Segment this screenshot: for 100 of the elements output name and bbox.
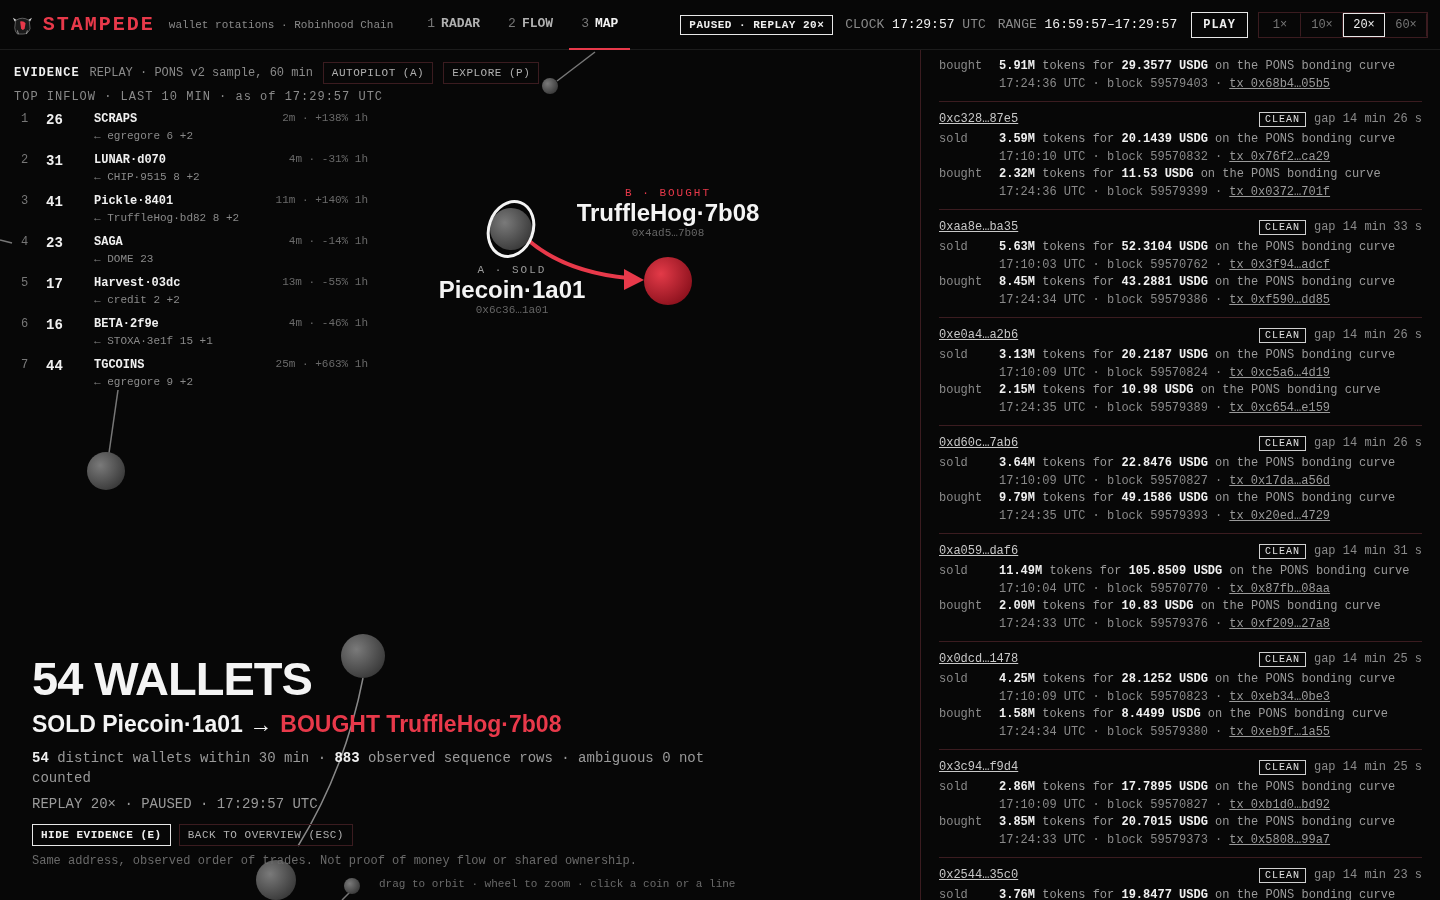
nav-tab[interactable]: 3 MAP: [569, 0, 631, 50]
mode-button[interactable]: AUTOPILOT (A): [322, 62, 434, 84]
speed-option[interactable]: 20×: [1343, 12, 1385, 37]
gap-time: gap 14 min 25 s: [1313, 760, 1422, 774]
node-tag: A · SOLD: [477, 264, 547, 276]
trade-meta: 17:10:09 UTC · block 59570827 · tx 0xb1d0…bd92: [999, 796, 1332, 814]
token-name[interactable]: Pickle·8401: [94, 194, 276, 212]
panel-source: REPLAY · PONS v2 sample, 60 min: [89, 66, 313, 80]
wallet-address[interactable]: 0x3c94…f9d4: [939, 760, 1259, 774]
mode-button[interactable]: EXPLORE (P): [443, 62, 540, 84]
speed-option[interactable]: 60×: [1385, 12, 1427, 37]
wallet-address[interactable]: 0x0dcd…1478: [939, 652, 1259, 666]
coin-node[interactable]: [341, 634, 385, 678]
tx-link[interactable]: tx 0x76f2…ca29: [1229, 149, 1331, 164]
range-readout: RANGE 16:59:57–17:29:57: [997, 17, 1178, 32]
inflow-source: ← DOME 23: [94, 253, 155, 267]
tx-link[interactable]: tx 0x3f94…adcf: [1229, 257, 1331, 272]
play-button[interactable]: PLAY: [1191, 11, 1248, 38]
coin-node[interactable]: [87, 452, 125, 490]
trade-meta: 17:24:34 UTC · block 59579386 · tx 0xf590…dd85: [999, 291, 1332, 309]
trade-meta: 17:10:09 UTC · block 59570827 · tx 0x17da…a56d: [999, 472, 1332, 490]
trade-meta: 17:10:04 UTC · block 59570770 · tx 0x87fb…08aa: [999, 580, 1332, 598]
wallet-address[interactable]: 0xa059…daf6: [939, 544, 1259, 558]
gap-time: gap 14 min 26 s: [1313, 112, 1422, 126]
trade-side: bought: [939, 490, 984, 507]
tx-link[interactable]: tx 0x20ed…4729: [1229, 508, 1331, 523]
wallet-count: 31: [46, 153, 64, 171]
tx-link[interactable]: tx 0x68b4…05b5: [1229, 76, 1331, 91]
speed-option[interactable]: 1×: [1259, 12, 1301, 37]
wallet-address[interactable]: 0xc328…87e5: [939, 112, 1259, 126]
gap-time: gap 14 min 26 s: [1313, 436, 1422, 450]
trade-amount: 2.32M tokens for 11.53 USDG on the PONS bonding curve: [999, 166, 1382, 183]
speed-option[interactable]: 10×: [1301, 12, 1343, 37]
wallet-address[interactable]: 0xaa8e…ba35: [939, 220, 1259, 234]
token-stats: 25m · +663% 1h: [275, 358, 368, 372]
token-name[interactable]: TGCOINS: [94, 358, 276, 376]
wallet-address[interactable]: 0xe0a4…a2b6: [939, 328, 1259, 342]
token-name[interactable]: LUNAR·d070: [94, 153, 289, 171]
panel-title: EVIDENCE: [14, 66, 80, 80]
token-stats: 11m · +140% 1h: [275, 194, 368, 208]
inflow-source: ← TruffleHog·bd82 8 +2: [94, 212, 241, 226]
gap-time: gap 14 min 26 s: [1313, 328, 1422, 342]
token-name[interactable]: Harvest·03dc: [94, 276, 283, 294]
tx-link[interactable]: tx 0x87fb…08aa: [1229, 581, 1331, 596]
token-stats: 4m · -31% 1h: [288, 153, 368, 167]
action-button[interactable]: HIDE EVIDENCE (E): [32, 824, 171, 846]
rank-number: 7: [20, 358, 30, 374]
tx-link[interactable]: tx 0x5808…99a7: [1229, 832, 1331, 847]
trade-side: sold: [939, 131, 969, 148]
tx-link[interactable]: tx 0xeb34…0be3: [1229, 689, 1331, 704]
inflow-source: ← STOXA·3e1f 15 +1: [94, 335, 214, 349]
trade-amount: 4.25M tokens for 28.1252 USDG on the PONS bonding curve: [999, 671, 1397, 688]
tx-link[interactable]: tx 0xf590…dd85: [1229, 292, 1331, 307]
tx-link[interactable]: tx 0xc654…e159: [1229, 400, 1331, 415]
trade-amount: 3.59M tokens for 20.1439 USDG on the PONS bonding curve: [999, 131, 1397, 148]
trade-amount: 2.00M tokens for 10.83 USDG on the PONS bonding curve: [999, 598, 1382, 615]
gap-time: gap 14 min 25 s: [1313, 652, 1422, 666]
token-name[interactable]: SAGA: [94, 235, 289, 253]
coin-node[interactable]: [490, 208, 532, 250]
trade-meta: 17:24:36 UTC · block 59579399 · tx 0x0372…701f: [999, 183, 1332, 201]
wallet-address[interactable]: 0x2544…35c0: [939, 868, 1259, 882]
token-name[interactable]: BETA·2f9e: [94, 317, 289, 335]
tx-link[interactable]: tx 0xc5a6…4d19: [1229, 365, 1331, 380]
gap-time: gap 14 min 31 s: [1313, 544, 1422, 558]
trade-side: bought: [939, 166, 984, 183]
status-badge: CLEAN: [1258, 759, 1306, 775]
wallet-address[interactable]: 0xd60c…7ab6: [939, 436, 1259, 450]
selection-ring: [486, 200, 536, 258]
trade-meta: 17:10:03 UTC · block 59570762 · tx 0x3f94…adcf: [999, 256, 1332, 274]
summary-text: 54 distinct wallets within 30 min · 883 observed sequence rows · ambiguous 0 not counted: [32, 749, 706, 788]
node-address: 0x6c36…1a01: [475, 304, 549, 316]
trade-meta: 17:24:34 UTC · block 59579380 · tx 0xeb9f…1a55: [999, 723, 1332, 741]
map-hint: drag to orbit · wheel to zoom · click a coin or a line: [379, 878, 736, 890]
action-button[interactable]: BACK TO OVERVIEW (ESC): [178, 824, 353, 846]
brand-name: STAMPEDE: [42, 13, 155, 36]
coin-node[interactable]: [644, 257, 692, 305]
tx-link[interactable]: tx 0xeb9f…1a55: [1229, 724, 1331, 739]
token-name[interactable]: SCRAPS: [94, 112, 283, 130]
nav-tab[interactable]: 2 FLOW: [496, 0, 566, 50]
wallet-count: 41: [46, 194, 64, 212]
sold-token: SOLD Piecoin·1a01 →: [32, 711, 273, 738]
coin-node[interactable]: [344, 878, 360, 894]
tx-link[interactable]: tx 0xb1d0…bd92: [1229, 797, 1331, 812]
trade-side: bought: [939, 814, 984, 831]
list-title: TOP INFLOW · LAST 10 MIN · as of 17:29:57 UTC: [14, 90, 385, 104]
inflow-source: ← CHIP·9515 8 +2: [94, 171, 201, 185]
tx-link[interactable]: tx 0x17da…a56d: [1229, 473, 1331, 488]
tx-link[interactable]: tx 0x0372…701f: [1229, 184, 1331, 199]
trade-amount: 3.76M tokens for 19.8477 USDG on the PONS bonding curve: [999, 887, 1397, 900]
trade-amount: 3.85M tokens for 20.7015 USDG on the PONS bonding curve: [999, 814, 1397, 831]
tx-link[interactable]: tx 0xf209…27a8: [1229, 616, 1331, 631]
trade-side: bought: [939, 58, 984, 75]
status-badge: CLEAN: [1258, 327, 1306, 343]
coin-node[interactable]: [542, 78, 558, 94]
trade-side: bought: [939, 706, 984, 723]
trade-meta: 17:10:09 UTC · block 59570823 · tx 0xeb34…0be3: [999, 688, 1332, 706]
trade-meta: 17:10:09 UTC · block 59570824 · tx 0xc5a6…4d19: [999, 364, 1332, 382]
trade-side: sold: [939, 563, 969, 580]
nav-tab[interactable]: 1 RADAR: [415, 0, 493, 50]
token-stats: 4m · -46% 1h: [288, 317, 368, 331]
